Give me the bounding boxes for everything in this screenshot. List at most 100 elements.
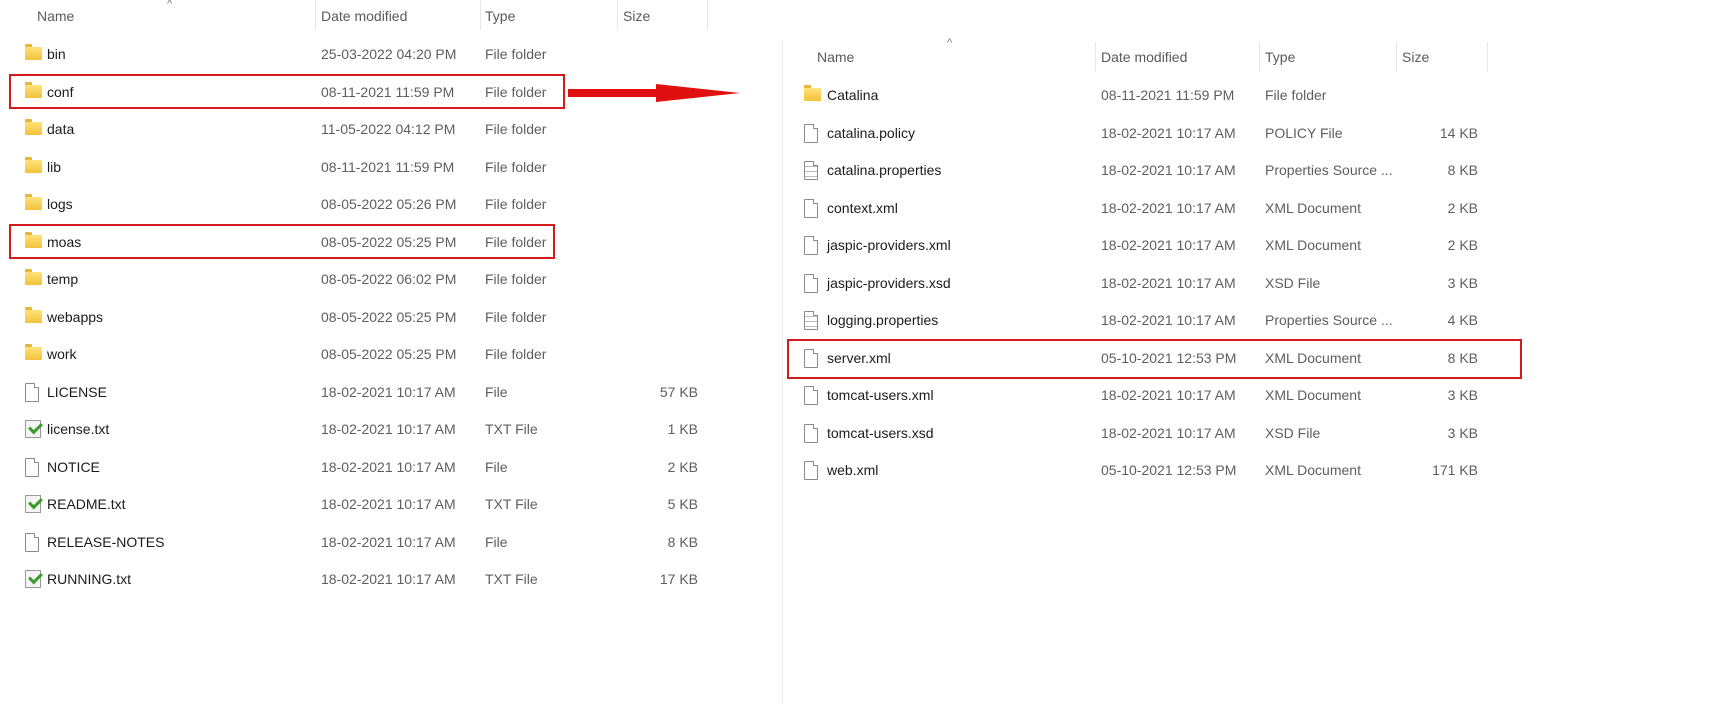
file-name: temp bbox=[47, 271, 79, 287]
file-date: 18-02-2021 10:17 AM bbox=[321, 383, 456, 400]
text-file-icon bbox=[25, 420, 41, 438]
file-icon bbox=[804, 273, 818, 293]
file-name: context.xml bbox=[827, 199, 898, 216]
file-date: 08-05-2022 05:25 PM bbox=[321, 346, 457, 362]
folder-icon bbox=[804, 85, 821, 101]
file-row-catalina-properties[interactable]: catalina.properties 18-02-2021 10:17 AM Pr… bbox=[780, 153, 1480, 187]
file-icon bbox=[804, 423, 818, 443]
file-name: RUNNING.txt bbox=[47, 571, 131, 587]
file-name: NOTICE bbox=[47, 458, 100, 475]
sort-ascending-icon[interactable]: ^ bbox=[167, 0, 172, 10]
file-row-catalina-policy[interactable]: catalina.policy 18-02-2021 10:17 AM POLICY… bbox=[780, 116, 1480, 150]
file-date: 18-02-2021 10:17 AM bbox=[1101, 274, 1236, 291]
column-divider[interactable] bbox=[315, 0, 316, 30]
file-row-running-txt[interactable]: RUNNING.txt 18-02-2021 10:17 AM TXT File 17… bbox=[0, 562, 700, 596]
column-name[interactable]: Name bbox=[817, 49, 854, 65]
column-divider[interactable] bbox=[1259, 42, 1260, 72]
file-icon bbox=[25, 382, 39, 402]
file-row-catalina[interactable]: Catalina 08-11-2021 11:59 PM File folder bbox=[780, 78, 1480, 112]
folder-icon bbox=[25, 44, 42, 60]
file-row-logs[interactable]: logs 08-05-2022 05:26 PM File folder bbox=[0, 187, 700, 221]
file-row-logging-properties[interactable]: logging.properties 18-02-2021 10:17 AM Pro… bbox=[780, 303, 1480, 337]
file-size: 17 KB bbox=[659, 571, 698, 587]
file-row-release-notes[interactable]: RELEASE-NOTES 18-02-2021 10:17 AM File 8 KB bbox=[0, 525, 700, 559]
column-type[interactable]: Type bbox=[485, 8, 515, 24]
file-date: 18-02-2021 10:17 AM bbox=[1101, 424, 1236, 441]
column-divider[interactable] bbox=[1396, 42, 1397, 72]
column-divider[interactable] bbox=[617, 0, 618, 30]
file-name: Catalina bbox=[827, 87, 879, 103]
file-name: README.txt bbox=[47, 496, 126, 512]
column-divider[interactable] bbox=[480, 0, 481, 30]
folder-icon bbox=[25, 269, 42, 285]
column-date[interactable]: Date modified bbox=[1101, 49, 1187, 65]
file-size: 3 KB bbox=[1447, 387, 1478, 403]
properties-file-icon bbox=[804, 161, 818, 180]
file-type: TXT File bbox=[485, 421, 538, 437]
file-size: 3 KB bbox=[1447, 424, 1478, 441]
column-size[interactable]: Size bbox=[623, 8, 650, 24]
file-type: Properties Source ... bbox=[1265, 162, 1393, 178]
file-row-bin[interactable]: bin 25-03-2022 04:20 PM File folder bbox=[0, 37, 700, 71]
file-type: File folder bbox=[485, 196, 547, 212]
folder-icon bbox=[25, 194, 42, 210]
file-date: 18-02-2021 10:17 AM bbox=[321, 496, 456, 512]
file-type: File folder bbox=[485, 121, 547, 137]
file-row-context-xml[interactable]: context.xml 18-02-2021 10:17 AM XML Docume… bbox=[780, 191, 1480, 225]
file-name: catalina.properties bbox=[827, 162, 942, 178]
file-size: 2 KB bbox=[667, 458, 698, 475]
file-row-notice[interactable]: NOTICE 18-02-2021 10:17 AM File 2 KB bbox=[0, 450, 700, 484]
file-type: File folder bbox=[485, 308, 547, 325]
text-file-icon bbox=[25, 570, 41, 588]
highlight-box-conf bbox=[9, 74, 565, 109]
file-date: 18-02-2021 10:17 AM bbox=[321, 458, 456, 475]
highlight-box-server-xml bbox=[787, 339, 1522, 379]
file-date: 05-10-2021 12:53 PM bbox=[1101, 462, 1237, 478]
file-type: File folder bbox=[485, 271, 547, 287]
column-type[interactable]: Type bbox=[1265, 49, 1295, 65]
file-name: lib bbox=[47, 158, 62, 175]
file-date: 18-02-2021 10:17 AM bbox=[321, 571, 456, 587]
file-row-tomcat-users-xsd[interactable]: tomcat-users.xsd 18-02-2021 10:17 AM XSD F… bbox=[780, 416, 1480, 450]
file-date: 08-05-2022 05:26 PM bbox=[321, 196, 457, 212]
file-type: XML Document bbox=[1265, 237, 1361, 253]
file-row-lib[interactable]: lib 08-11-2021 11:59 PM File folder bbox=[0, 150, 700, 184]
sort-ascending-icon[interactable]: ^ bbox=[947, 37, 952, 49]
file-size: 2 KB bbox=[1447, 199, 1478, 216]
file-row-license-txt[interactable]: license.txt 18-02-2021 10:17 AM TXT File 1 … bbox=[0, 412, 700, 446]
file-date: 11-05-2022 04:12 PM bbox=[321, 121, 456, 137]
file-row-jaspic-providers-xml[interactable]: jaspic-providers.xml 18-02-2021 10:17 AM X… bbox=[780, 228, 1480, 262]
file-date: 18-02-2021 10:17 AM bbox=[1101, 312, 1236, 328]
file-row-temp[interactable]: temp 08-05-2022 06:02 PM File folder bbox=[0, 262, 700, 296]
file-type: File bbox=[485, 383, 508, 400]
file-row-webapps[interactable]: webapps 08-05-2022 05:25 PM File folder bbox=[0, 300, 700, 334]
file-row-tomcat-users-xml[interactable]: tomcat-users.xml 18-02-2021 10:17 AM XML D… bbox=[780, 378, 1480, 412]
file-row-jaspic-providers-xsd[interactable]: jaspic-providers.xsd 18-02-2021 10:17 AM X… bbox=[780, 266, 1480, 300]
file-name: catalina.policy bbox=[827, 124, 915, 141]
column-size[interactable]: Size bbox=[1402, 49, 1429, 65]
file-type: File bbox=[485, 533, 508, 550]
file-type: XSD File bbox=[1265, 274, 1321, 291]
file-size: 1 KB bbox=[667, 421, 698, 437]
column-divider[interactable] bbox=[1095, 42, 1096, 72]
file-icon bbox=[25, 532, 39, 552]
file-row-web-xml[interactable]: web.xml 05-10-2021 12:53 PM XML Document 17… bbox=[780, 453, 1480, 487]
column-name[interactable]: Name bbox=[37, 8, 74, 24]
folder-icon bbox=[25, 119, 42, 135]
column-divider[interactable] bbox=[707, 0, 708, 30]
file-type: XML Document bbox=[1265, 387, 1361, 403]
file-row-readme-txt[interactable]: README.txt 18-02-2021 10:17 AM TXT File 5 K… bbox=[0, 487, 700, 521]
file-date: 08-11-2021 11:59 PM bbox=[321, 158, 455, 175]
file-type: File bbox=[485, 458, 508, 475]
file-name: jaspic-providers.xml bbox=[827, 237, 951, 253]
file-row-data[interactable]: data 11-05-2022 04:12 PM File folder bbox=[0, 112, 700, 146]
file-size: 8 KB bbox=[1447, 162, 1478, 178]
column-date[interactable]: Date modified bbox=[321, 8, 407, 24]
file-type: XML Document bbox=[1265, 199, 1361, 216]
file-type: File folder bbox=[485, 46, 547, 62]
file-type: TXT File bbox=[485, 571, 538, 587]
file-row-work[interactable]: work 08-05-2022 05:25 PM File folder bbox=[0, 337, 700, 371]
file-row-license[interactable]: LICENSE 18-02-2021 10:17 AM File 57 KB bbox=[0, 375, 700, 409]
file-date: 18-02-2021 10:17 AM bbox=[1101, 124, 1236, 141]
column-divider[interactable] bbox=[1487, 42, 1488, 72]
